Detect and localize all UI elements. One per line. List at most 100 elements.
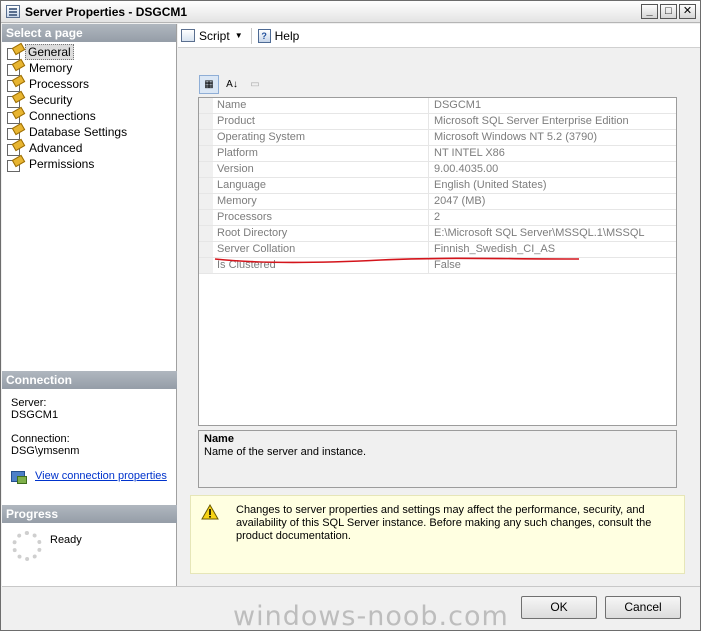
progress-section: Progress Ready bbox=[2, 505, 177, 569]
server-properties-window: Server Properties - DSGCM1 _ □ ✕ Select … bbox=[0, 0, 701, 631]
page-wrench-icon bbox=[6, 125, 22, 140]
toolbar-separator bbox=[250, 27, 252, 44]
description-text: Name of the server and instance. bbox=[204, 446, 367, 458]
property-pages-icon[interactable]: ▭ bbox=[245, 75, 265, 94]
page-item-label: Connections bbox=[29, 109, 96, 123]
page-item-label: Database Settings bbox=[29, 125, 128, 139]
view-connection-properties-link[interactable]: View connection properties bbox=[11, 469, 168, 484]
page-item-label: Security bbox=[29, 93, 73, 107]
property-row-product[interactable]: Product Microsoft SQL Server Enterprise … bbox=[199, 114, 676, 130]
property-name: Language bbox=[213, 178, 429, 193]
page-list: General Memory Processors Security Conne… bbox=[2, 42, 176, 172]
left-pane: Select a page General Memory Processors … bbox=[2, 24, 177, 586]
property-value[interactable]: 9.00.4035.00 bbox=[429, 162, 676, 177]
property-value[interactable]: 2 bbox=[429, 210, 676, 225]
page-wrench-icon bbox=[6, 93, 22, 108]
property-name: Memory bbox=[213, 194, 429, 209]
close-button[interactable]: ✕ bbox=[679, 4, 696, 19]
property-row-version[interactable]: Version 9.00.4035.00 bbox=[199, 162, 676, 178]
progress-body: Ready bbox=[2, 523, 177, 569]
ok-button[interactable]: OK bbox=[521, 596, 597, 619]
window-controls: _ □ ✕ bbox=[641, 4, 696, 19]
property-row-operating-system[interactable]: Operating System Microsoft Windows NT 5.… bbox=[199, 130, 676, 146]
property-value[interactable]: English (United States) bbox=[429, 178, 676, 193]
property-value[interactable]: Finnish_Swedish_CI_AS bbox=[429, 242, 676, 257]
description-title: Name bbox=[204, 433, 234, 445]
title-bar[interactable]: Server Properties - DSGCM1 _ □ ✕ bbox=[1, 1, 700, 23]
select-page-header: Select a page bbox=[2, 24, 176, 42]
property-value[interactable]: NT INTEL X86 bbox=[429, 146, 676, 161]
warning-text: Changes to server properties and setting… bbox=[236, 504, 652, 542]
property-name: Product bbox=[213, 114, 429, 129]
property-name: Server Collation bbox=[213, 242, 429, 257]
property-row-name[interactable]: Name DSGCM1 bbox=[199, 98, 676, 114]
page-wrench-icon bbox=[6, 141, 22, 156]
property-value[interactable]: DSGCM1 bbox=[429, 98, 676, 113]
property-row-processors[interactable]: Processors 2 bbox=[199, 210, 676, 226]
properties-content: ▦ A↓ ▭ Name DSGCM1 Product Microsoft SQL… bbox=[178, 49, 700, 586]
window-title: Server Properties - DSGCM1 bbox=[25, 4, 188, 19]
page-item-memory[interactable]: Memory bbox=[2, 60, 176, 76]
property-row-memory[interactable]: Memory 2047 (MB) bbox=[199, 194, 676, 210]
property-row-server-collation[interactable]: Server Collation Finnish_Swedish_CI_AS bbox=[199, 242, 676, 258]
property-name: Root Directory bbox=[213, 226, 429, 241]
property-row-language[interactable]: Language English (United States) bbox=[199, 178, 676, 194]
property-name: Name bbox=[213, 98, 429, 113]
page-wrench-icon bbox=[6, 61, 22, 76]
progress-status: Ready bbox=[50, 534, 82, 546]
alphabetical-sort-icon[interactable]: A↓ bbox=[222, 75, 242, 94]
page-item-database-settings[interactable]: Database Settings bbox=[2, 124, 176, 140]
page-item-advanced[interactable]: Advanced bbox=[2, 140, 176, 156]
property-value[interactable]: False bbox=[429, 258, 676, 273]
property-grid-toolbar: ▦ A↓ ▭ bbox=[199, 73, 268, 95]
cancel-button[interactable]: Cancel bbox=[605, 596, 681, 619]
dialog-footer: OK Cancel bbox=[2, 586, 700, 630]
connection-value: DSG\ymsenm bbox=[11, 445, 80, 457]
page-item-connections[interactable]: Connections bbox=[2, 108, 176, 124]
connection-section: Connection Server: DSGCM1 Connection: DS… bbox=[2, 371, 177, 491]
page-wrench-icon bbox=[6, 45, 22, 60]
server-label: Server: bbox=[11, 397, 47, 409]
page-item-label: Processors bbox=[29, 77, 90, 91]
minimize-button[interactable]: _ bbox=[641, 4, 658, 19]
page-item-processors[interactable]: Processors bbox=[2, 76, 176, 92]
connection-label: Connection: bbox=[11, 433, 70, 445]
window-app-icon bbox=[6, 5, 20, 18]
script-icon bbox=[181, 29, 195, 42]
property-name: Is Clustered bbox=[213, 258, 429, 273]
help-label: Help bbox=[274, 28, 300, 43]
help-icon: ? bbox=[257, 28, 271, 43]
page-item-label: General bbox=[25, 44, 74, 60]
page-item-general[interactable]: General bbox=[2, 44, 176, 60]
property-value[interactable]: E:\Microsoft SQL Server\MSSQL.1\MSSQL bbox=[429, 226, 676, 241]
page-item-permissions[interactable]: Permissions bbox=[2, 156, 176, 172]
maximize-button[interactable]: □ bbox=[660, 4, 677, 19]
help-button[interactable]: ? Help bbox=[257, 28, 300, 43]
connection-details: Server: DSGCM1 Connection: DSG\ymsenm Vi… bbox=[2, 389, 177, 491]
warning-icon bbox=[201, 504, 219, 520]
page-item-security[interactable]: Security bbox=[2, 92, 176, 108]
page-item-label: Memory bbox=[29, 61, 73, 75]
property-name: Platform bbox=[213, 146, 429, 161]
property-row-root-directory[interactable]: Root Directory E:\Microsoft SQL Server\M… bbox=[199, 226, 676, 242]
connection-header: Connection bbox=[2, 371, 177, 389]
property-value[interactable]: Microsoft SQL Server Enterprise Edition bbox=[429, 114, 676, 129]
server-value: DSGCM1 bbox=[11, 409, 59, 421]
property-row-platform[interactable]: Platform NT INTEL X86 bbox=[199, 146, 676, 162]
script-label: Script bbox=[199, 28, 230, 43]
page-wrench-icon bbox=[6, 157, 22, 172]
progress-header: Progress bbox=[2, 505, 177, 523]
property-value[interactable]: Microsoft Windows NT 5.2 (3790) bbox=[429, 130, 676, 145]
chevron-down-icon[interactable]: ▼ bbox=[235, 31, 243, 40]
page-wrench-icon bbox=[6, 109, 22, 124]
property-value[interactable]: 2047 (MB) bbox=[429, 194, 676, 209]
progress-spinner-icon bbox=[12, 531, 42, 561]
script-button[interactable]: Script ▼ bbox=[181, 29, 243, 43]
connection-properties-icon bbox=[11, 469, 27, 484]
property-description: Name Name of the server and instance. bbox=[198, 430, 677, 488]
property-row-is-clustered[interactable]: Is Clustered False bbox=[199, 258, 676, 274]
page-item-label: Permissions bbox=[29, 157, 95, 171]
categorized-icon[interactable]: ▦ bbox=[199, 74, 219, 94]
view-link-label: View connection properties bbox=[35, 470, 167, 482]
property-name: Operating System bbox=[213, 130, 429, 145]
